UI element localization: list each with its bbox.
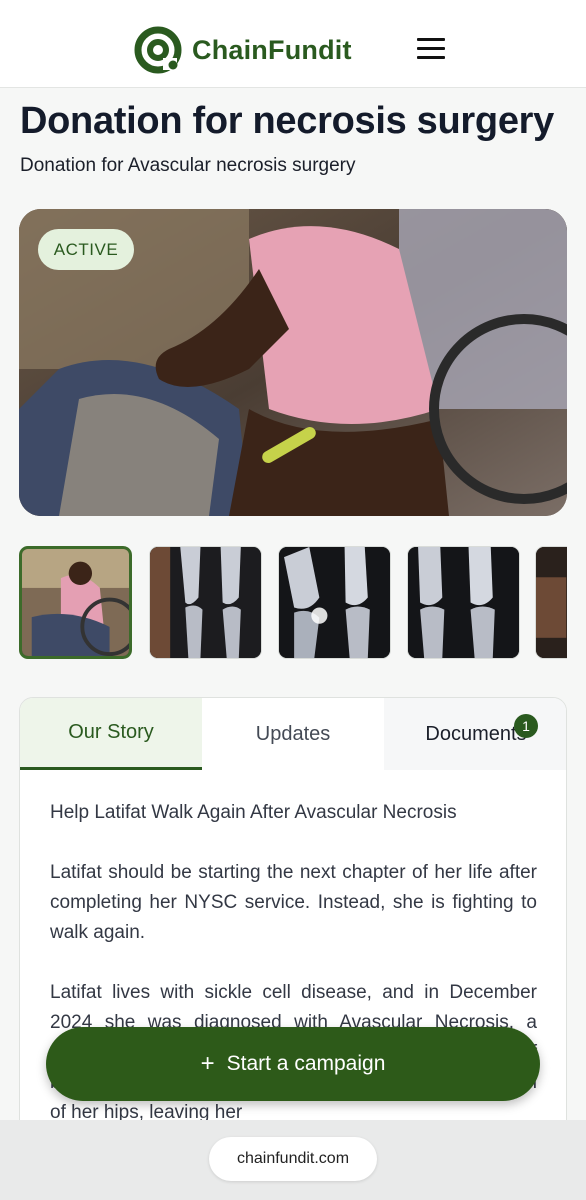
tab-label: Documents bbox=[425, 722, 527, 745]
tab-our-story[interactable]: Our Story bbox=[20, 698, 202, 770]
thumbnail-1[interactable] bbox=[19, 546, 132, 659]
brand-logo[interactable]: ChainFundit bbox=[133, 25, 352, 75]
browser-bottom-bar: chainfundit.com bbox=[0, 1120, 586, 1200]
tab-label: Our Story bbox=[68, 721, 154, 743]
xray-thumbnail bbox=[150, 547, 261, 658]
story-heading: Help Latifat Walk Again After Avascular … bbox=[50, 802, 457, 823]
documents-count-badge: 1 bbox=[514, 714, 538, 738]
address-bar-url: chainfundit.com bbox=[236, 1150, 350, 1167]
thumbnail-4[interactable] bbox=[407, 546, 520, 659]
campaign-main-image[interactable]: ACTIVE bbox=[19, 209, 567, 516]
hamburger-menu-icon[interactable] bbox=[417, 38, 445, 60]
plus-icon: + bbox=[200, 1050, 215, 1077]
xray-thumbnail bbox=[279, 547, 390, 658]
thumbnail-photo bbox=[22, 549, 129, 656]
gallery-thumbnails bbox=[19, 545, 567, 661]
tab-label: Updates bbox=[255, 722, 331, 745]
start-campaign-button[interactable]: + Start a campaign bbox=[46, 1027, 540, 1101]
tab-updates[interactable]: Updates bbox=[202, 698, 384, 770]
top-header: ChainFundit bbox=[0, 0, 586, 88]
tab-documents[interactable]: Documents 1 bbox=[384, 698, 566, 770]
start-campaign-label: Start a campaign bbox=[226, 1052, 386, 1075]
story-content: Help Latifat Walk Again After Avascular … bbox=[50, 798, 537, 1158]
thumbnail-2[interactable] bbox=[149, 546, 262, 659]
tab-bar: Our Story Updates Documents 1 bbox=[20, 698, 566, 770]
story-paragraph: Latifat should be starting the next chap… bbox=[50, 862, 537, 943]
thumbnail-5[interactable] bbox=[535, 546, 567, 659]
brand-name: ChainFundit bbox=[192, 34, 352, 65]
address-bar[interactable]: chainfundit.com bbox=[209, 1137, 377, 1181]
thumbnail-photo bbox=[536, 547, 567, 658]
status-badge: ACTIVE bbox=[38, 229, 134, 270]
page-subtitle: Donation for Avascular necrosis surgery bbox=[20, 155, 356, 176]
chainfundit-logo-icon bbox=[134, 26, 182, 74]
page-title: Donation for necrosis surgery bbox=[20, 100, 554, 142]
thumbnail-3[interactable] bbox=[278, 546, 391, 659]
xray-thumbnail bbox=[408, 547, 519, 658]
